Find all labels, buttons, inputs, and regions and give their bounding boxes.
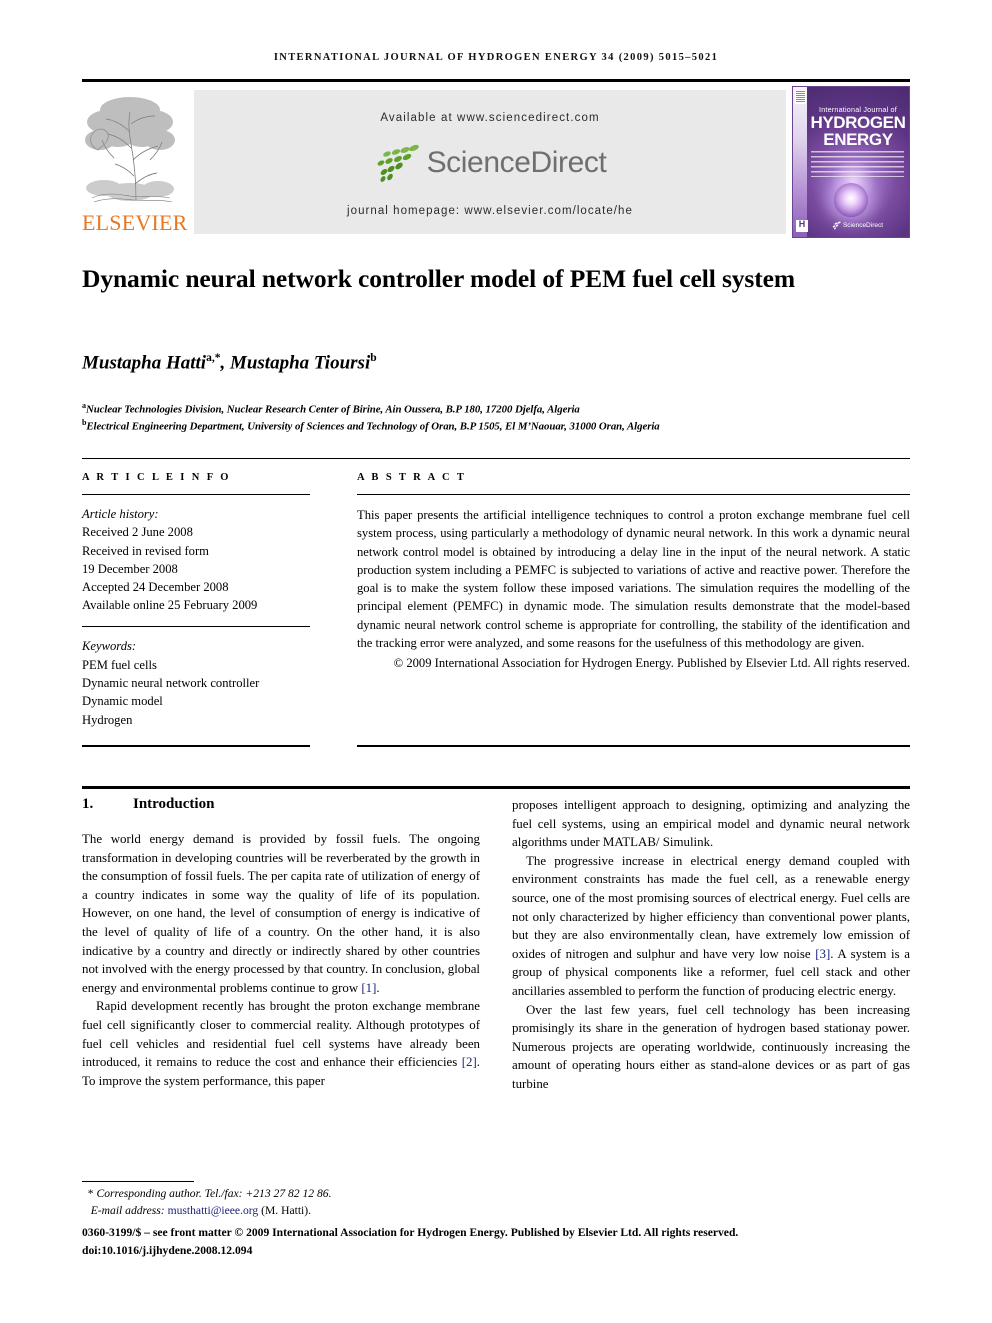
article-history-item: Available online 25 February 2009	[82, 598, 258, 613]
abstract-heading: A B S T R A C T	[357, 472, 467, 483]
paragraph: The world energy demand is provided by f…	[82, 830, 480, 997]
email-link[interactable]: musthatti@ieee.org	[168, 1204, 259, 1217]
author-list: Mustapha Hattia,*, Mustapha Tioursib	[82, 352, 882, 374]
cover-leaf-icon	[832, 221, 841, 230]
author-separator: ,	[220, 352, 230, 374]
paragraph-text-end: .	[376, 980, 380, 995]
cover-elsevier-mark	[795, 90, 806, 104]
article-history-item: Received 2 June 2008	[82, 525, 193, 540]
body-column-right: proposes intelligent approach to designi…	[512, 796, 910, 1094]
footnote-rule	[82, 1181, 194, 1182]
doi-line: doi:10.1016/j.ijhydene.2008.12.094	[82, 1243, 253, 1257]
paragraph-text: The progressive increase in electrical e…	[512, 853, 910, 961]
article-info-bottom-rule	[82, 745, 310, 747]
cover-spine-band	[793, 87, 807, 237]
paragraph: Rapid development recently has brought t…	[82, 997, 480, 1090]
cover-sphere-graphic	[834, 183, 868, 217]
journal-homepage-text: journal homepage: www.elsevier.com/locat…	[347, 205, 633, 217]
available-at-text: Available at www.sciencedirect.com	[380, 112, 600, 124]
article-info-divider	[82, 494, 310, 495]
keywords-block: Keywords: PEM fuel cells Dynamic neural …	[82, 637, 310, 728]
abstract-copyright: © 2009 International Association for Hyd…	[393, 656, 910, 671]
keyword-item: Dynamic model	[82, 694, 163, 709]
author-2-affiliation-mark: b	[370, 352, 377, 364]
paragraph: The progressive increase in electrical e…	[512, 852, 910, 1001]
abstract-top-rule	[82, 458, 910, 459]
cover-sciencedirect-imprint: ScienceDirect	[809, 219, 905, 232]
article-history-item: Received in revised form	[82, 543, 209, 558]
citation-reference-3[interactable]: [3]	[815, 947, 830, 961]
affiliation-b: bElectrical Engineering Department, Univ…	[82, 415, 912, 435]
footer-block: 0360-3199/$ – see front matter © 2009 In…	[82, 1224, 910, 1259]
paragraph: Over the last few years, fuel cell techn…	[512, 1002, 910, 1091]
paragraph-text: Rapid development recently has brought t…	[82, 999, 480, 1070]
issn-line: 0360-3199/$ – see front matter © 2009 In…	[82, 1226, 739, 1239]
author-2-name: Mustapha Tioursi	[229, 352, 371, 374]
sciencedirect-leaf-icon	[377, 144, 419, 182]
body-column-left: The world energy demand is provided by f…	[82, 830, 480, 1090]
footnote-block: * Corresponding author. Tel./fax: +213 2…	[82, 1186, 502, 1219]
article-history-item: Accepted 24 December 2008	[82, 580, 229, 595]
author-1-affiliation-mark: a,*	[206, 352, 221, 364]
elsevier-tree-icon	[84, 88, 176, 206]
sciencedirect-band: Available at www.sciencedirect.com Scien…	[194, 90, 786, 234]
page-title: Dynamic neural network controller model …	[82, 264, 796, 293]
article-history-block: Article history: Received 2 June 2008 Re…	[82, 505, 310, 615]
sciencedirect-wordmark: ScienceDirect	[426, 146, 607, 179]
keyword-item: PEM fuel cells	[82, 657, 157, 672]
email-line: E-mail address: musthatti@ieee.org (M. H…	[82, 1203, 502, 1220]
keyword-item: Dynamic neural network controller	[82, 675, 260, 690]
article-history-label: Article history:	[82, 507, 159, 521]
keyword-item: Hydrogen	[82, 712, 133, 727]
author-1-name: Mustapha Hatti	[82, 352, 207, 374]
cover-hydrogen-badge	[796, 219, 808, 232]
cover-imprint-text: ScienceDirect	[842, 222, 884, 229]
citation-reference-1[interactable]: [1]	[361, 981, 376, 995]
running-head: INTERNATIONAL JOURNAL OF HYDROGEN ENERGY…	[273, 52, 719, 63]
article-history-item: 19 December 2008	[82, 561, 178, 576]
abstract-bottom-rule	[357, 745, 910, 747]
abstract-text: This paper presents the artificial intel…	[357, 508, 910, 651]
journal-cover-thumbnail: International Journal of HYDROGEN ENERGY…	[792, 86, 910, 238]
corresponding-author-text: Corresponding author. Tel./fax: +213 27 …	[96, 1187, 332, 1200]
section-title: Introduction	[133, 796, 215, 812]
abstract-column: A B S T R A C T This paper presents the …	[357, 472, 910, 673]
affiliation-a-text: Nuclear Technologies Division, Nuclear R…	[85, 403, 580, 416]
footnote-star: *	[87, 1187, 94, 1200]
email-label: E-mail address:	[90, 1203, 165, 1217]
body-top-rule	[82, 786, 910, 789]
email-owner: (M. Hatti).	[261, 1203, 312, 1217]
header-rule	[82, 79, 910, 82]
cover-editor-lines	[811, 151, 904, 177]
cover-line2: HYDROGEN	[810, 113, 906, 132]
paragraph-text: The world energy demand is provided by f…	[82, 832, 480, 995]
masthead: ELSEVIER Available at www.sciencedirect.…	[82, 86, 910, 238]
keywords-divider	[82, 625, 310, 628]
elsevier-logo: ELSEVIER	[82, 86, 188, 238]
affiliation-b-text: Electrical Engineering Department, Unive…	[86, 420, 660, 433]
paper-page: INTERNATIONAL JOURNAL OF HYDROGEN ENERGY…	[0, 0, 992, 1323]
article-info-column: A R T I C L E I N F O Article history: R…	[82, 472, 310, 729]
abstract-divider	[357, 494, 910, 495]
section-number: 1.	[82, 796, 94, 812]
keywords-label: Keywords:	[82, 639, 137, 654]
sciencedirect-logo: ScienceDirect	[194, 138, 786, 188]
paragraph: proposes intelligent approach to designi…	[512, 798, 910, 850]
article-info-heading: A R T I C L E I N F O	[82, 472, 231, 483]
cover-line3: ENERGY	[823, 130, 893, 149]
citation-reference-2[interactable]: [2]	[462, 1055, 477, 1069]
corresponding-author-line: * Corresponding author. Tel./fax: +213 2…	[82, 1186, 502, 1203]
elsevier-wordmark: ELSEVIER	[82, 210, 188, 235]
